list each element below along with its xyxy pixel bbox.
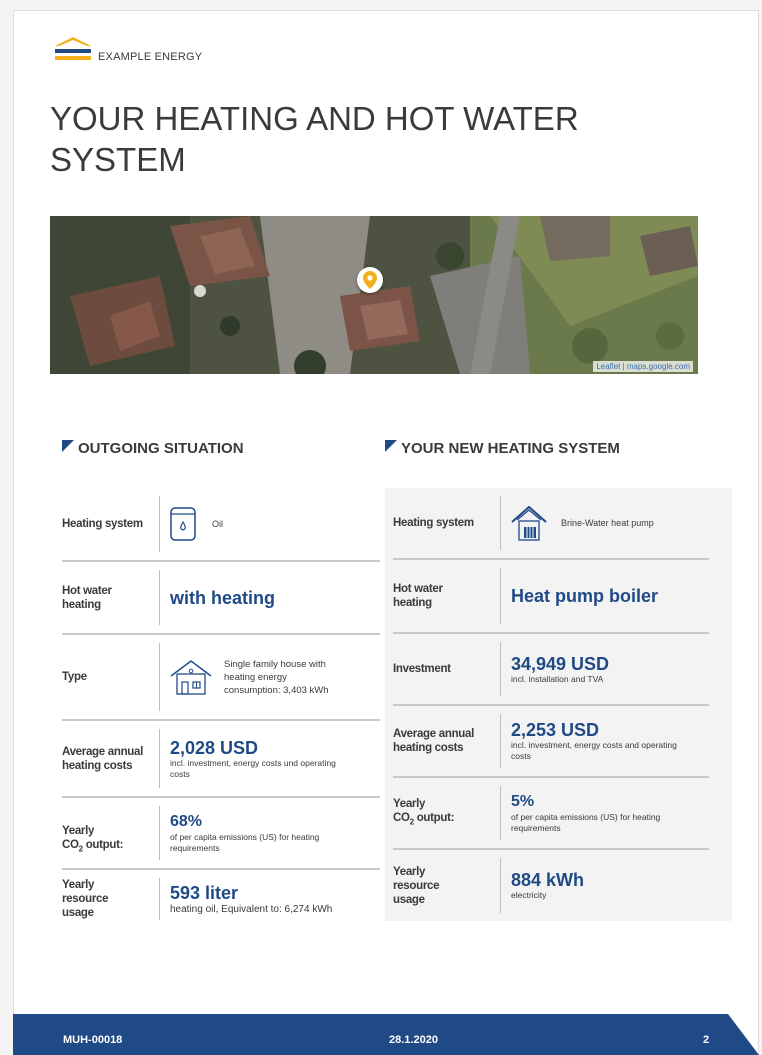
section-flag-icon xyxy=(62,439,74,452)
document-date: 28.1.2020 xyxy=(389,1034,438,1046)
new-investment-note: incl. installation and TVA xyxy=(511,673,604,684)
new-resource-value: 884 kWh xyxy=(511,870,585,890)
map-pin-icon[interactable] xyxy=(357,267,383,293)
heat-pump-icon xyxy=(509,504,549,542)
page-title: YOUR HEATING AND HOT WATER SYSTEM xyxy=(50,100,579,178)
footer-corner xyxy=(728,1014,759,1055)
outgoing-row-hot-water: Hot water heating with heating xyxy=(62,562,380,635)
new-co2-value: 5% xyxy=(511,793,535,810)
section-flag-icon xyxy=(385,439,397,452)
outgoing-resource-value: 593 liter xyxy=(170,882,239,903)
page-number: 2 xyxy=(703,1034,710,1046)
new-annual-costs-note: incl. investment, energy costs and opera… xyxy=(511,740,677,761)
new-annual-costs-value: 2,253 USD xyxy=(511,720,600,740)
brand-logo: EXAMPLE ENERGY xyxy=(52,33,202,63)
new-row-hot-water: Hot water heating Heat pump boiler xyxy=(393,560,709,634)
outgoing-resource-note: heating oil, Equivalent to: 6,274 kWh xyxy=(170,903,333,915)
outgoing-row-co2: Yearly CO2 output: 68% of per capita emi… xyxy=(62,798,380,870)
new-row-investment: Investment 34,949 USD incl. installation… xyxy=(393,634,709,706)
new-investment-value: 34,949 USD xyxy=(511,653,610,674)
map-imagery xyxy=(50,216,698,374)
page-footer: MUH-00018 28.1.2020 2 xyxy=(13,1014,728,1055)
new-co2-note: of per capita emissions (US) for heating… xyxy=(511,812,661,833)
new-hot-water-value: Heat pump boiler xyxy=(511,586,659,606)
outgoing-row-resource: Yearly resource usage 593 liter heating … xyxy=(62,878,333,920)
outgoing-row-heating-system: Heating system Oil xyxy=(62,488,380,562)
new-row-annual-costs: Average annual heating costs 2,253 USD i… xyxy=(393,706,709,778)
new-row-resource: Yearly resource usage 884 kWh electricit… xyxy=(393,850,709,921)
outgoing-table: Heating system Oil Hot water heating wit… xyxy=(62,488,380,928)
new-resource-note: electricity xyxy=(511,890,547,900)
outgoing-co2-value: 68% xyxy=(170,813,203,830)
oil-tank-icon xyxy=(168,505,198,543)
new-row-heating-system: Heating system Brine-Water heat pump xyxy=(393,488,709,560)
new-heating-system-value: Brine-Water heat pump xyxy=(561,517,654,528)
outgoing-row-type: Type Single family house with heating en… xyxy=(62,635,380,721)
new-system-heading: YOUR NEW HEATING SYSTEM xyxy=(385,439,620,457)
outgoing-annual-costs-note: incl. investment, energy costs und opera… xyxy=(170,757,336,779)
outgoing-heading: OUTGOING SITUATION xyxy=(62,439,244,457)
outgoing-hot-water-value: with heating xyxy=(170,587,275,608)
outgoing-type-value: Single family house with heating energy … xyxy=(224,658,329,696)
map-attribution[interactable]: Leaflet | maps.google.com xyxy=(593,361,693,372)
outgoing-annual-costs-value: 2,028 USD xyxy=(170,737,259,758)
outgoing-heating-system-value: Oil xyxy=(212,518,223,529)
house-roof-logo-icon xyxy=(55,37,91,60)
outgoing-row-annual-costs: Average annual heating costs 2,028 USD i… xyxy=(62,721,380,798)
outgoing-co2-note: of per capita emissions (US) for heating… xyxy=(170,832,320,853)
document-id: MUH-00018 xyxy=(63,1034,123,1046)
new-system-table: Heating system Brine-Water heat pump Hot… xyxy=(385,488,732,921)
satellite-map[interactable]: Leaflet | maps.google.com xyxy=(50,216,698,374)
brand-name: EXAMPLE ENERGY xyxy=(98,51,203,63)
new-row-co2: Yearly CO2 output: 5% of per capita emis… xyxy=(393,778,709,850)
house-icon xyxy=(168,658,214,696)
